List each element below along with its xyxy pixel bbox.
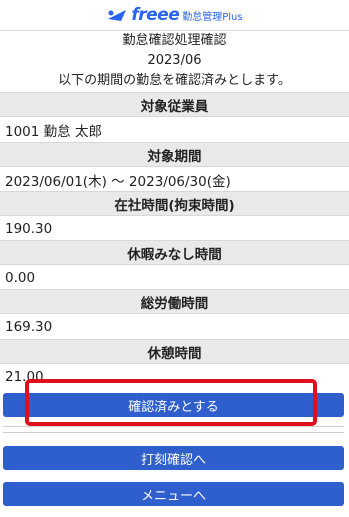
office-time-label: 在社時間(拘束時間) — [0, 191, 349, 216]
break-time-label: 休憩時間 — [0, 339, 349, 364]
confirm-button[interactable]: 確認済みとする — [3, 393, 344, 417]
target-month: 2023/06 — [147, 53, 202, 68]
total-work-label: 総労働時間 — [0, 289, 349, 314]
leave-time-value: 0.00 — [0, 265, 349, 290]
period-label: 対象期間 — [0, 142, 349, 167]
divider — [3, 432, 344, 433]
divider — [3, 426, 344, 427]
logo-brand: freee — [131, 5, 180, 25]
logo-product: 勤怠管理Plus — [182, 11, 243, 23]
freee-logo-icon — [108, 10, 127, 21]
menu-button[interactable]: メニューへ — [3, 482, 344, 506]
break-time-value: 21.00 — [0, 364, 349, 389]
app-header: freee 勤怠管理Plus — [0, 0, 349, 31]
office-time-value: 190.30 — [0, 216, 349, 241]
intro-message: 以下の期間の勤怠を確認済みとします。 — [58, 73, 291, 88]
total-work-value: 169.30 — [0, 314, 349, 339]
employee-label: 対象従業員 — [0, 92, 349, 117]
intro: 勤怠確認処理確認 2023/06 以下の期間の勤怠を確認済みとします。 — [0, 31, 349, 91]
logo: freee 勤怠管理Plus — [106, 5, 243, 25]
page-title: 勤怠確認処理確認 — [122, 33, 227, 48]
punch-check-button[interactable]: 打刻確認へ — [3, 446, 344, 470]
leave-time-label: 休暇みなし時間 — [0, 240, 349, 265]
employee-value: 1001 勤怠 太郎 — [0, 117, 349, 142]
period-value: 2023/06/01(木) ～ 2023/06/30(金) — [0, 167, 349, 192]
